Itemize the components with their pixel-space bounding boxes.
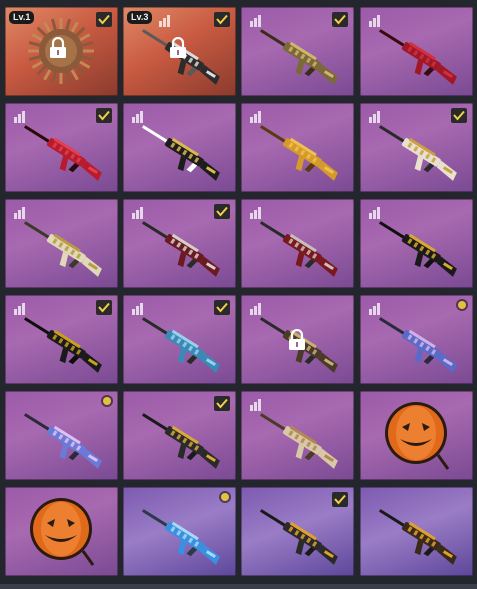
weapon-skin-image [259, 413, 338, 469]
weapon-skin-image [378, 221, 457, 277]
skin-tile[interactable] [5, 295, 118, 384]
skin-tile[interactable] [360, 199, 473, 288]
weapon-skin-image [378, 317, 457, 373]
weapon-skin-grid: Lv.1 Lv.3 [0, 0, 477, 589]
skin-tile[interactable] [123, 487, 236, 576]
lock-icon [289, 329, 305, 350]
selected-check-icon[interactable] [96, 12, 112, 27]
weapon-skin-image [141, 413, 220, 469]
equipped-dot-icon [458, 301, 466, 309]
skin-tile[interactable] [360, 391, 473, 480]
weapon-skin-image [23, 125, 102, 181]
next-row-edge [0, 584, 477, 589]
skin-tile[interactable] [123, 295, 236, 384]
skin-tile[interactable] [241, 103, 354, 192]
skin-tile[interactable] [123, 199, 236, 288]
skin-tile[interactable] [360, 295, 473, 384]
weapon-skin-image [23, 413, 102, 469]
weapon-skin-image [141, 221, 220, 277]
equipped-dot-icon [221, 493, 229, 501]
lock-icon [170, 37, 186, 58]
skin-tile[interactable] [241, 295, 354, 384]
skin-tile[interactable] [5, 391, 118, 480]
weapon-skin-image [141, 509, 220, 565]
equipped-dot-icon [103, 397, 111, 405]
weapon-skin-image [378, 29, 457, 85]
skin-tile[interactable] [360, 7, 473, 96]
skin-tile[interactable] [5, 199, 118, 288]
weapon-skin-image [141, 125, 220, 181]
skin-tile[interactable] [241, 199, 354, 288]
sticker-image [30, 498, 95, 566]
skin-tile[interactable]: Lv.3 [123, 7, 236, 96]
level-badge: Lv.3 [127, 11, 153, 24]
skin-tile[interactable] [360, 103, 473, 192]
weapon-skin-image [23, 221, 102, 277]
skin-tile[interactable] [123, 391, 236, 480]
sticker-image [385, 402, 450, 470]
weapon-skin-image [259, 29, 338, 85]
weapon-skin-image [378, 125, 457, 181]
weapon-skin-image [259, 221, 338, 277]
lock-icon [50, 37, 66, 58]
weapon-skin-image [259, 125, 338, 181]
skin-tile[interactable] [241, 7, 354, 96]
skin-tile[interactable] [123, 103, 236, 192]
weapon-skin-image [378, 509, 457, 565]
skin-tile[interactable] [5, 103, 118, 192]
weapon-skin-image [259, 509, 338, 565]
skin-tile[interactable]: Lv.1 [5, 7, 118, 96]
skin-tile[interactable] [5, 487, 118, 576]
skin-tile[interactable] [241, 391, 354, 480]
weapon-skin-image [23, 317, 102, 373]
skin-tile[interactable] [360, 487, 473, 576]
weapon-skin-image [141, 317, 220, 373]
skin-tile[interactable] [241, 487, 354, 576]
